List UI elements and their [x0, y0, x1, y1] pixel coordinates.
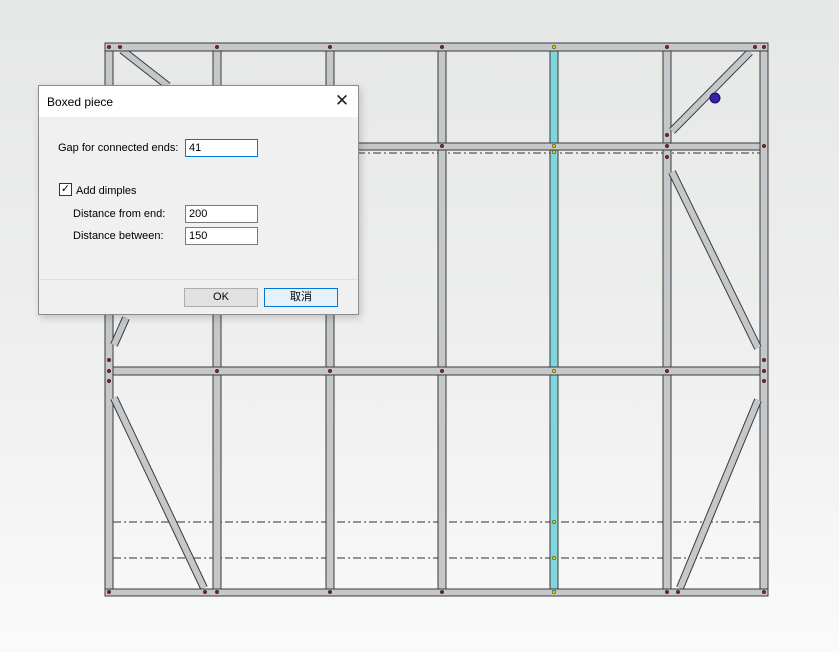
- distance-between-input[interactable]: [185, 227, 258, 245]
- gap-input[interactable]: [185, 139, 258, 157]
- connection-dot: [106, 368, 112, 374]
- connection-dot: [664, 143, 670, 149]
- connection-dot: [761, 44, 767, 50]
- connection-dot: [551, 149, 557, 155]
- connection-dot: [202, 589, 208, 595]
- ok-button[interactable]: OK: [184, 288, 258, 307]
- connection-dot: [439, 143, 445, 149]
- connection-dot: [664, 44, 670, 50]
- add-dimples-checkbox[interactable]: ✓: [59, 183, 72, 196]
- gap-label: Gap for connected ends:: [58, 142, 179, 154]
- distance-from-end-label: Distance from end:: [73, 208, 166, 220]
- connection-dot: [551, 555, 557, 561]
- nogging: [356, 142, 761, 151]
- selection-grip-icon[interactable]: [709, 92, 721, 104]
- connection-dot: [551, 589, 557, 595]
- connection-dot: [761, 589, 767, 595]
- boxed-piece-dialog: Boxed piece ✕ Gap for connected ends: ✓ …: [38, 85, 359, 315]
- right-stud: [759, 46, 769, 594]
- connection-dot: [327, 589, 333, 595]
- connection-dot: [664, 589, 670, 595]
- connection-dot: [327, 368, 333, 374]
- connection-dot: [551, 143, 557, 149]
- dialog-footer: OK 取消: [39, 280, 358, 314]
- cancel-button[interactable]: 取消: [264, 288, 338, 307]
- connection-dot: [327, 44, 333, 50]
- connection-dot: [551, 44, 557, 50]
- connection-dot: [761, 368, 767, 374]
- dialog-title-bar[interactable]: Boxed piece ✕: [39, 86, 358, 117]
- dialog-title: Boxed piece: [47, 95, 114, 109]
- connection-dot: [664, 132, 670, 138]
- connection-dot: [752, 44, 758, 50]
- connection-dot: [439, 368, 445, 374]
- connection-dot: [664, 154, 670, 160]
- nogging: [112, 366, 761, 376]
- connection-dot: [761, 143, 767, 149]
- connection-dot: [214, 368, 220, 374]
- stud: [437, 46, 447, 594]
- highlighted-stud: [549, 46, 559, 594]
- connection-dot: [551, 519, 557, 525]
- connection-dot: [106, 378, 112, 384]
- connection-dot: [214, 44, 220, 50]
- connection-dot: [439, 589, 445, 595]
- connection-dot: [106, 44, 112, 50]
- connection-dot: [439, 44, 445, 50]
- add-dimples-label: Add dimples: [76, 185, 137, 197]
- connection-dot: [117, 44, 123, 50]
- connection-dot: [551, 368, 557, 374]
- close-icon[interactable]: ✕: [332, 91, 352, 111]
- connection-dot: [106, 357, 112, 363]
- connection-dot: [761, 378, 767, 384]
- connection-dot: [214, 589, 220, 595]
- stud: [662, 46, 672, 594]
- distance-from-end-input[interactable]: [185, 205, 258, 223]
- distance-between-label: Distance between:: [73, 230, 164, 242]
- connection-dot: [675, 589, 681, 595]
- connection-dot: [664, 368, 670, 374]
- connection-dot: [761, 357, 767, 363]
- connection-dot: [106, 589, 112, 595]
